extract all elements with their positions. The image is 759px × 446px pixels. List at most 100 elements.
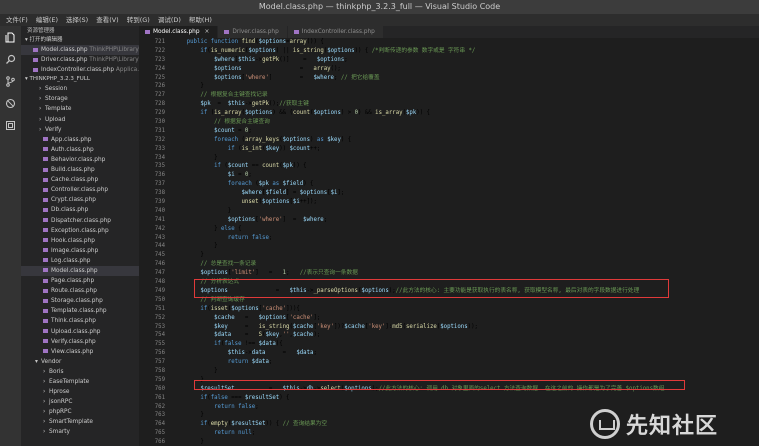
line-number: 758 <box>154 367 165 374</box>
file-tree-file[interactable]: Auth.class.php <box>21 145 139 155</box>
menu-item[interactable]: 文件(F) <box>2 14 32 26</box>
code-line[interactable]: } else { <box>173 225 759 234</box>
code-line[interactable]: } <box>173 154 759 163</box>
file-tree-folder[interactable]: › Template <box>21 104 139 114</box>
code-line[interactable]: if ($count == count($pk)) { <box>173 162 759 171</box>
file-tree-file[interactable]: Behavior.class.php <box>21 155 139 165</box>
menu-item[interactable]: 查看(V) <box>92 14 123 26</box>
open-editor-item[interactable]: IndexController.class.php Applica... <box>21 65 139 75</box>
code-line[interactable]: // 总是查找一条记录 <box>173 260 759 269</box>
code-line[interactable]: $data = S($key,'',$cache); <box>173 331 759 340</box>
menu-item[interactable]: 选择(S) <box>62 14 92 26</box>
code-line[interactable]: $options['limit'] = 1; //表示只查询一条数据 <box>173 269 759 278</box>
code-line[interactable]: if(isset($options['cache'])){ <box>173 305 759 314</box>
open-editors-section[interactable]: ▾ 打开的编辑器 <box>21 36 139 45</box>
code-line[interactable]: $i = 0; <box>173 171 759 180</box>
file-tree-folder[interactable]: › phpRPC <box>21 407 139 417</box>
file-tree-file[interactable]: Cache.class.php <box>21 175 139 185</box>
code-line[interactable]: $options = array(); <box>173 65 759 74</box>
code-editor[interactable]: 721 722 723 724 725 726 727 728 729 730 731 732 733 7… <box>139 38 759 446</box>
file-tree-folder[interactable]: ▾ Vendor <box>21 357 139 367</box>
file-tree-folder[interactable]: › jsonRPC <box>21 397 139 407</box>
php-file-icon <box>224 29 230 34</box>
file-tree-folder[interactable]: › Storage <box>21 94 139 104</box>
line-number: 739 <box>154 199 165 206</box>
project-section[interactable]: ▾ THINKPHP_3.2.3_FULL <box>21 75 139 84</box>
file-tree-file[interactable]: View.class.php <box>21 347 139 357</box>
file-tree-file[interactable]: App.class.php <box>21 135 139 145</box>
code-line[interactable]: if (is_int($key)) $count++; <box>173 145 759 154</box>
php-file-icon <box>43 137 48 142</box>
code-line[interactable]: foreach (array_keys($options) as $key) { <box>173 136 759 145</box>
open-editor-item[interactable]: Model.class.php ThinkPHP\Library\... <box>21 45 139 56</box>
file-tree-folder[interactable]: › Hprose <box>21 387 139 397</box>
code-line[interactable]: $pk = $this->getPk();//获取主键 <box>173 100 759 109</box>
menu-item[interactable]: 转到(G) <box>123 14 154 26</box>
code-line[interactable]: $options['where'] = $where; <box>173 216 759 225</box>
code-line[interactable]: foreach ($pk as $field) { <box>173 180 759 189</box>
file-tree-file[interactable]: Crypt.class.php <box>21 195 139 205</box>
file-tree-file[interactable]: Verify.class.php <box>21 337 139 347</box>
code-line[interactable]: unset($options[$i++]); <box>173 198 759 207</box>
file-tree-file[interactable]: Image.class.php <box>21 246 139 256</box>
close-icon[interactable]: × <box>205 29 210 35</box>
code-line[interactable]: public function find($options=array()) { <box>173 38 759 47</box>
code-line[interactable]: $where[$this->getPk()] = $options; <box>173 56 759 65</box>
editor-tab[interactable]: IndexController.class.php <box>287 26 384 38</box>
editor-tab[interactable]: Driver.class.php <box>218 26 288 38</box>
code-line[interactable]: } <box>173 82 759 91</box>
file-tree-file[interactable]: Controller.class.php <box>21 185 139 195</box>
file-tree-file[interactable]: Route.class.php <box>21 286 139 296</box>
code-line[interactable]: $count = 0; <box>173 127 759 136</box>
line-number: 735 <box>154 163 165 170</box>
file-tree-folder[interactable]: › Session <box>21 84 139 94</box>
file-tree-folder[interactable]: › EaseTemplate <box>21 377 139 387</box>
code-line[interactable]: $key = is_string($cache['key'])?$cache['… <box>173 323 759 332</box>
code-line[interactable]: $options['where'] = $where; // 把它给覆盖 <box>173 74 759 83</box>
file-tree-file[interactable]: Upload.class.php <box>21 327 139 337</box>
code-line[interactable]: $this->data = $data; <box>173 349 759 358</box>
debug-icon[interactable] <box>0 92 21 114</box>
file-tree-file[interactable]: Log.class.php <box>21 256 139 266</box>
code-line[interactable]: return $data; <box>173 358 759 367</box>
file-tree-folder[interactable]: › Upload <box>21 115 139 125</box>
file-tree-folder[interactable]: › Boris <box>21 367 139 377</box>
vscode-window: Model.class.php — thinkphp_3.2.3_full — … <box>0 0 759 446</box>
menu-item[interactable]: 编辑(E) <box>32 14 62 26</box>
watermark-text: 先知社区 <box>626 414 719 439</box>
file-tree-folder[interactable]: › Smarty <box>21 427 139 437</box>
menu-item[interactable]: 调试(D) <box>154 14 185 26</box>
code-line[interactable]: // 根据复合主键查找记录 <box>173 91 759 100</box>
files-icon[interactable] <box>0 26 21 48</box>
source-control-icon[interactable] <box>0 70 21 92</box>
code-line[interactable]: } <box>173 367 759 376</box>
open-editor-item[interactable]: Driver.class.php ThinkPHP\Library\... <box>21 55 139 65</box>
code-line[interactable]: if (is_array($options) && (count($option… <box>173 109 759 118</box>
code-line[interactable]: $where[$field] = $options[$i]; <box>173 189 759 198</box>
code-line[interactable]: } <box>173 251 759 260</box>
search-icon[interactable] <box>0 48 21 70</box>
file-tree-file[interactable]: Page.class.php <box>21 276 139 286</box>
file-tree-file[interactable]: Think.class.php <box>21 316 139 326</box>
file-tree-file[interactable]: Db.class.php <box>21 205 139 215</box>
code-line[interactable]: } <box>173 242 759 251</box>
file-tree-folder[interactable]: › Verify <box>21 125 139 135</box>
file-tree-file[interactable]: Storage.class.php <box>21 296 139 306</box>
file-tree-file[interactable]: Template.class.php <box>21 306 139 316</box>
file-tree-file[interactable]: Build.class.php <box>21 165 139 175</box>
code-line[interactable]: if(is_numeric($options) || is_string($op… <box>173 47 759 56</box>
code-line[interactable]: } <box>173 207 759 216</box>
file-tree-file[interactable]: Exception.class.php <box>21 226 139 236</box>
extensions-icon[interactable] <box>0 114 21 136</box>
file-tree-file[interactable]: Dispatcher.class.php <box>21 216 139 226</box>
file-tree-folder[interactable]: › SmartTemplate <box>21 417 139 427</box>
code-line[interactable]: $cache = $options['cache']; <box>173 314 759 323</box>
code-line[interactable]: return false; <box>173 234 759 243</box>
file-tree-file[interactable]: Model.class.php <box>21 265 139 277</box>
menu-item[interactable]: 帮助(H) <box>185 14 216 26</box>
code-line[interactable]: // 根据复合主键查询 <box>173 118 759 127</box>
file-tree-file[interactable]: Hook.class.php <box>21 236 139 246</box>
editor-tab[interactable]: Model.class.php × <box>139 26 219 38</box>
code-line[interactable]: if(false !== $data){ <box>173 340 759 349</box>
explorer-sidebar: 资源管理器 ▾ 打开的编辑器 Model.class.php ThinkPHP\… <box>21 26 139 446</box>
